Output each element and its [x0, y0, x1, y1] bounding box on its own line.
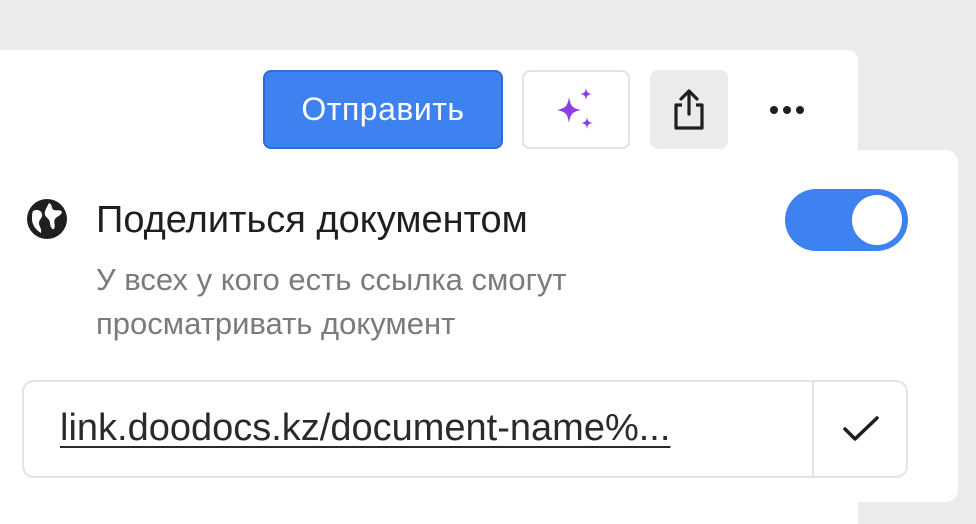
ai-assistant-button[interactable]: [522, 70, 630, 149]
share-button[interactable]: [650, 70, 728, 149]
toggle-knob: [852, 195, 902, 245]
share-toggle[interactable]: [785, 189, 908, 251]
send-button[interactable]: Отправить: [263, 70, 503, 149]
share-description: У всех у кого есть ссылка смогут просмат…: [96, 262, 567, 341]
share-link-field: link.doodocs.kz/document-name%...: [22, 380, 908, 478]
share-title: Поделиться документом: [96, 199, 528, 241]
more-options-button[interactable]: [748, 70, 826, 149]
sparkles-icon: [557, 87, 593, 129]
copy-link-button[interactable]: [814, 382, 908, 476]
send-button-label: Отправить: [301, 91, 465, 127]
globe-icon: [27, 199, 67, 239]
share-upload-icon: [674, 88, 704, 130]
check-icon: [843, 416, 879, 441]
share-link[interactable]: link.doodocs.kz/document-name%...: [60, 400, 800, 456]
more-horizontal-icon: [770, 105, 804, 114]
